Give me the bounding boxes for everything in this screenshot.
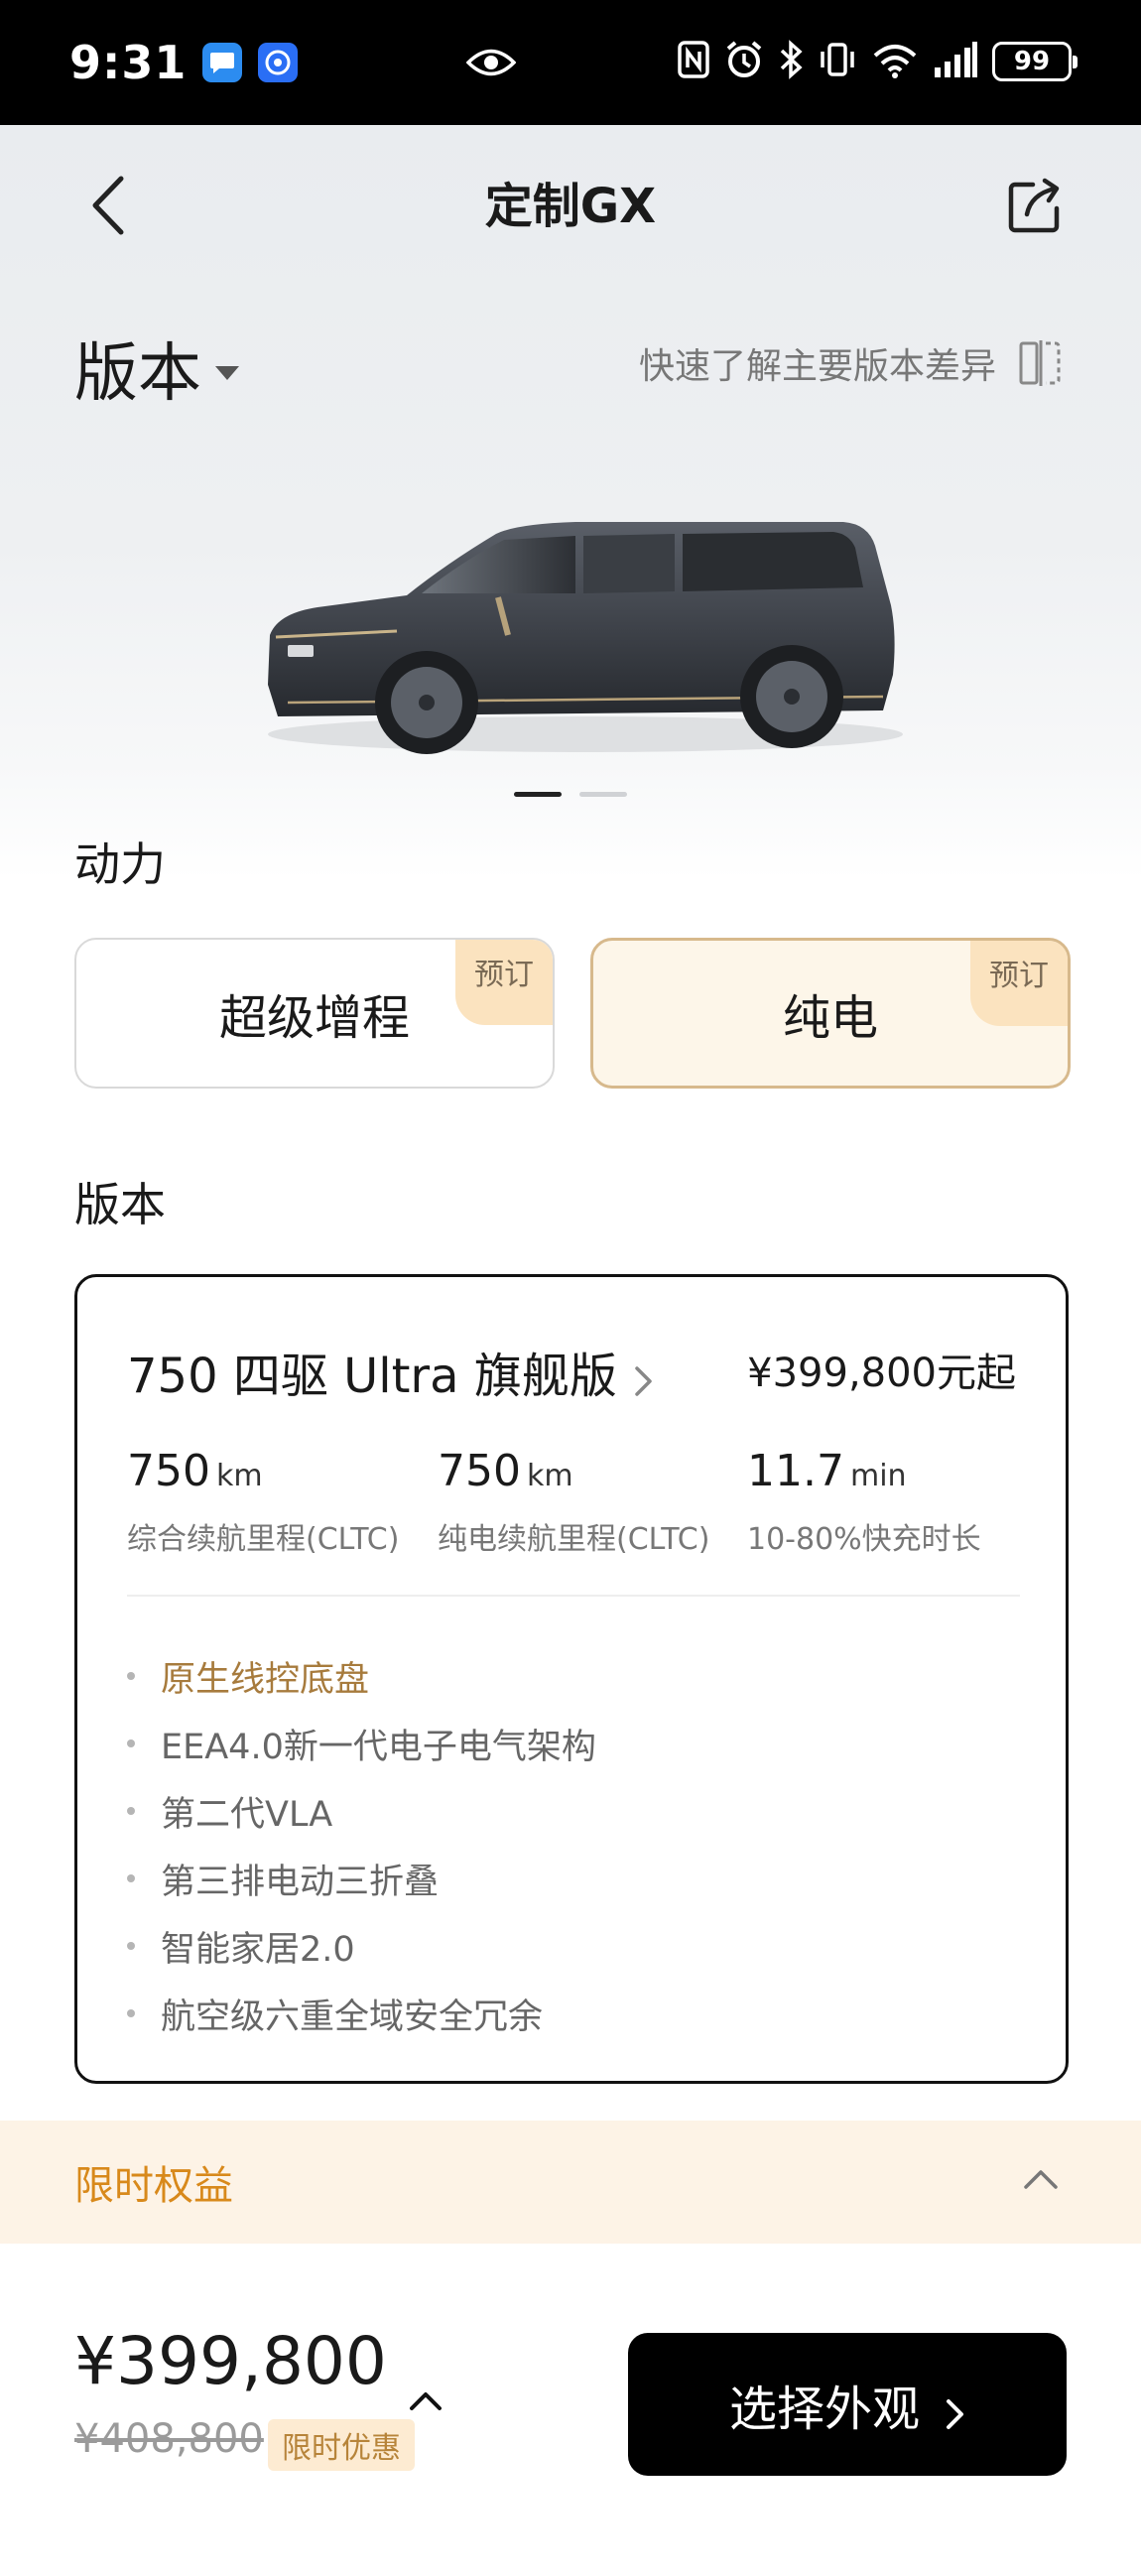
power-option-electric[interactable]: 纯电 预订	[590, 938, 1071, 1089]
status-time: 9:31	[69, 36, 188, 89]
spec-combined-range: 750 km 综合续航里程(CLTC)	[127, 1446, 399, 1558]
power-section-title: 动力	[74, 837, 166, 891]
current-price: ¥399,800	[74, 2323, 387, 2399]
benefits-label: 限时权益	[74, 2163, 233, 2209]
spec-label: 纯电续航里程(CLTC)	[438, 1522, 710, 1557]
spec-unit: km	[215, 1459, 263, 1493]
feature-item: 原生线控底盘	[127, 1642, 596, 1710]
promo-badge: 限时优惠	[268, 2419, 415, 2471]
compare-versions-label: 快速了解主要版本差异	[638, 346, 996, 387]
bullet-icon	[127, 1942, 135, 1950]
feature-text: EEA4.0新一代电子电气架构	[161, 1727, 596, 1767]
version-name: 750 四驱 Ultra 旗舰版	[127, 1349, 617, 1404]
back-chevron-icon[interactable]	[79, 171, 139, 240]
bluetooth-icon	[778, 40, 804, 83]
signal-icon	[933, 42, 978, 81]
feature-text: 航空级六重全域安全冗余	[161, 1996, 544, 2037]
choose-exterior-button[interactable]: 选择外观	[628, 2333, 1067, 2476]
version-section-title: 版本	[74, 1178, 166, 1231]
feature-item: 智能家居2.0	[127, 1912, 596, 1980]
bullet-icon	[127, 1807, 135, 1815]
spec-unit: km	[526, 1459, 573, 1493]
carousel-dot[interactable]	[579, 792, 627, 797]
carousel-dot-active[interactable]	[514, 792, 562, 797]
eye-icon	[465, 48, 517, 81]
feature-text: 第二代VLA	[161, 1794, 333, 1835]
power-option-label: 超级增程	[218, 990, 410, 1046]
spec-value: 750	[438, 1446, 521, 1496]
original-price: ¥408,800	[74, 2416, 264, 2462]
chevron-right-icon	[946, 2387, 965, 2429]
bullet-icon	[127, 1739, 135, 1747]
preorder-tag: 预订	[455, 940, 553, 1025]
chevron-right-icon	[633, 1354, 655, 1396]
spec-value: 11.7	[747, 1446, 844, 1496]
nav-bar: 定制GX	[0, 125, 1141, 284]
chevron-up-icon[interactable]	[1022, 2165, 1060, 2193]
car-image	[248, 486, 923, 764]
feature-item: 第三排电动三折叠	[127, 1845, 596, 1912]
cta-label: 选择外观	[728, 2382, 920, 2437]
bullet-icon	[127, 1672, 135, 1680]
price-summary-toggle[interactable]: ¥399,800	[74, 2323, 443, 2410]
spec-label: 综合续航里程(CLTC)	[127, 1522, 400, 1557]
version-selector-label: 版本	[74, 337, 201, 411]
feature-item: 第二代VLA	[127, 1777, 596, 1845]
power-option-extended-range[interactable]: 超级增程 预订	[74, 938, 555, 1089]
compare-versions-link[interactable]: 快速了解主要版本差异	[639, 337, 1062, 389]
share-icon[interactable]	[1003, 175, 1067, 238]
feature-item: EEA4.0新一代电子电气架构	[127, 1710, 596, 1777]
divider	[127, 1595, 1020, 1597]
caret-down-icon	[215, 366, 239, 380]
spec-fast-charge: 11.7 min 10-80%快充时长	[747, 1446, 981, 1558]
alarm-icon	[724, 40, 764, 83]
message-app-icon	[202, 43, 243, 82]
wifi-icon	[871, 40, 919, 83]
feature-list: 原生线控底盘 EEA4.0新一代电子电气架构 第二代VLA 第三排电动三折叠 智…	[127, 1642, 596, 2047]
bullet-icon	[127, 2009, 135, 2017]
vibrate-icon	[818, 40, 857, 83]
feature-item: 航空级六重全域安全冗余	[127, 1980, 596, 2047]
version-price: ¥399,800元起	[747, 1351, 1016, 1396]
feature-text: 智能家居2.0	[161, 1929, 355, 1970]
version-card[interactable]: 750 四驱 Ultra 旗舰版 ¥399,800元起 750 km 综合续航里程…	[74, 1274, 1069, 2084]
spec-unit: min	[849, 1459, 907, 1493]
carousel-indicator	[0, 792, 1141, 797]
version-name-link[interactable]: 750 四驱 Ultra 旗舰版	[127, 1337, 655, 1406]
nfc-icon	[677, 40, 710, 83]
bullet-icon	[127, 1874, 135, 1882]
browser-app-icon	[258, 43, 299, 82]
page-title: 定制GX	[484, 179, 657, 234]
feature-text: 原生线控底盘	[161, 1659, 370, 1700]
spec-label: 10-80%快充时长	[747, 1522, 981, 1557]
power-option-label: 纯电	[782, 990, 878, 1046]
preorder-tag: 预订	[970, 941, 1068, 1026]
compare-icon	[1018, 338, 1062, 388]
battery-icon: 99	[992, 42, 1078, 81]
feature-text: 第三排电动三折叠	[161, 1862, 440, 1902]
version-selector[interactable]: 版本	[74, 322, 239, 414]
caret-up-icon	[409, 2351, 443, 2410]
spec-value: 750	[127, 1446, 210, 1496]
status-bar: 9:31 99	[0, 0, 1141, 125]
limited-benefits-bar[interactable]: 限时权益	[0, 2121, 1141, 2244]
bottom-bar: ¥399,800 ¥408,800 限时优惠 选择外观	[0, 2244, 1141, 2576]
spec-electric-range: 750 km 纯电续航里程(CLTC)	[438, 1446, 709, 1558]
